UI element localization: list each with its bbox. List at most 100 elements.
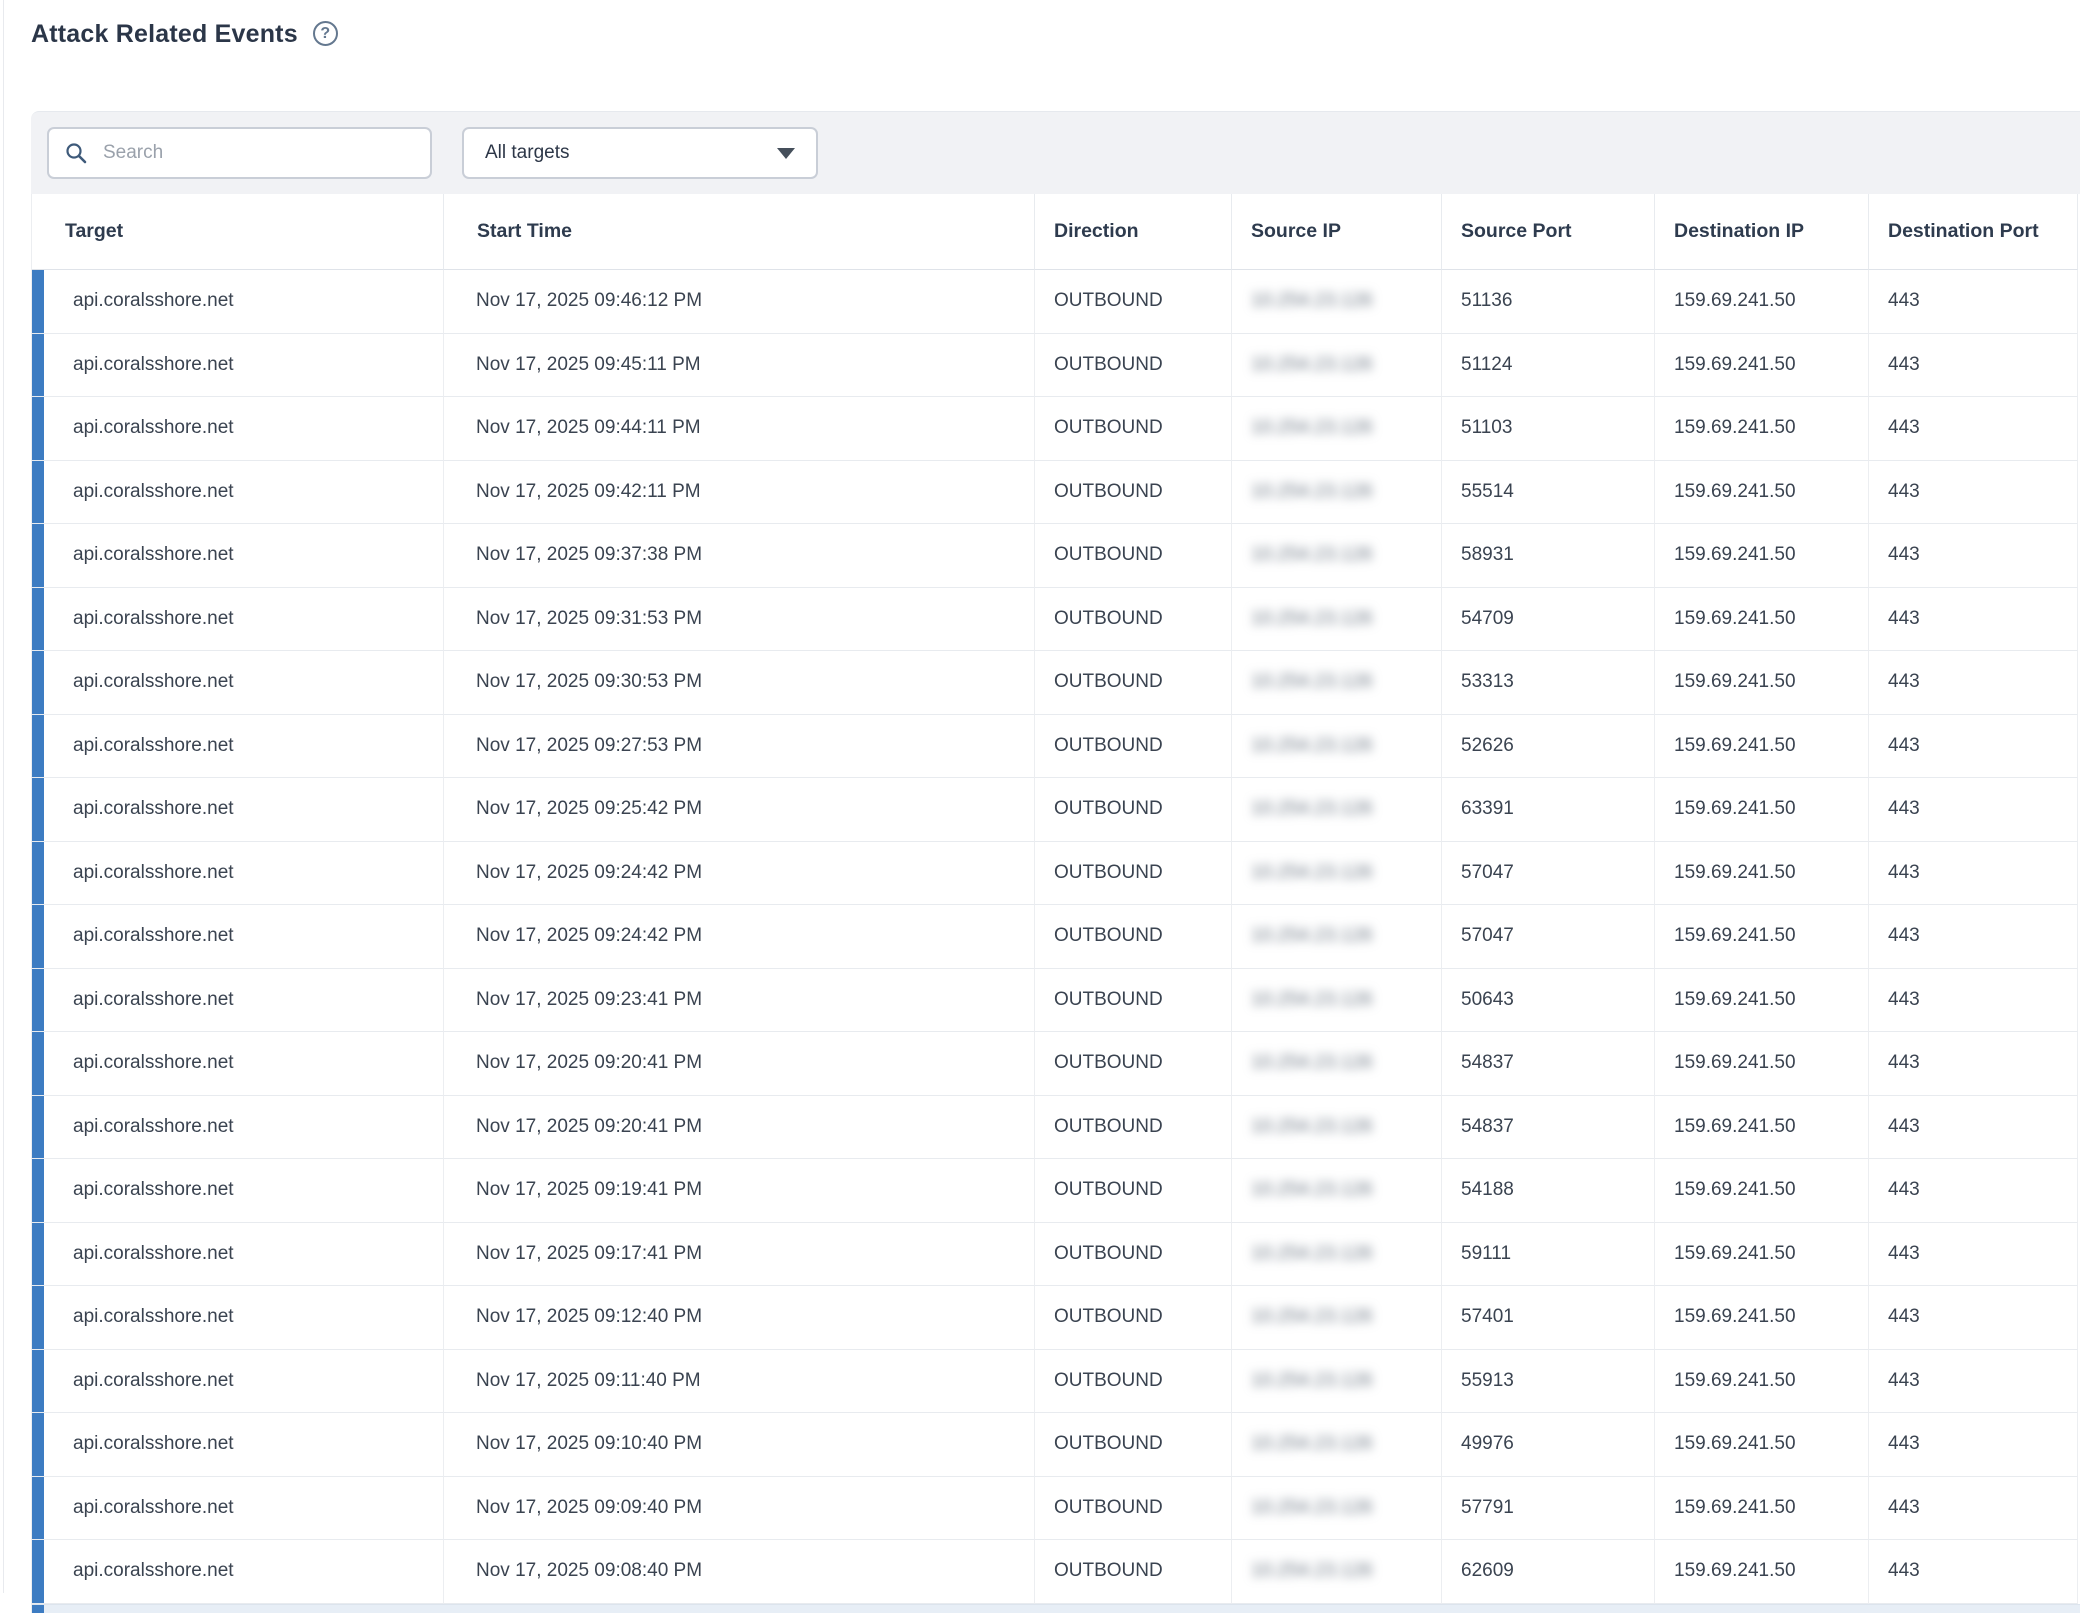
cell-target: api.coralsshore.net [32, 588, 444, 652]
cell-destination-ip: 159.69.241.50 [1655, 778, 1869, 842]
cell-start-time: Nov 17, 2025 09:11:40 PM [444, 1350, 1035, 1414]
table-row[interactable]: api.coralsshore.net Nov 17, 2025 09:31:5… [32, 588, 2080, 652]
cell-target: api.coralsshore.net [32, 524, 444, 588]
cell-destination-ip: 159.69.241.50 [1655, 1223, 1869, 1287]
cell-source-port: 59111 [1442, 1223, 1655, 1287]
table-row[interactable]: api.coralsshore.net Nov 17, 2025 09:45:1… [32, 334, 2080, 398]
table-body: api.coralsshore.net Nov 17, 2025 09:46:1… [32, 270, 2080, 1604]
search-box[interactable] [47, 127, 432, 179]
cell-destination-port: 443 [1869, 715, 2078, 779]
table-row[interactable]: api.coralsshore.net Nov 17, 2025 09:20:4… [32, 1032, 2080, 1096]
cell-destination-port: 443 [1869, 397, 2078, 461]
cell-destination-port: 443 [1869, 842, 2078, 906]
cell-source-port: 54837 [1442, 1032, 1655, 1096]
cell-destination-port: 443 [1869, 1159, 2078, 1223]
cell-destination-ip: 159.69.241.50 [1655, 715, 1869, 779]
cell-destination-port: 443 [1869, 1223, 2078, 1287]
cell-direction: OUTBOUND [1035, 969, 1232, 1033]
target-filter-dropdown[interactable]: All targets [462, 127, 818, 179]
target-filter-value: All targets [485, 142, 569, 164]
table-row[interactable]: api.coralsshore.net Nov 17, 2025 09:42:1… [32, 461, 2080, 525]
cell-target: api.coralsshore.net [32, 969, 444, 1033]
cell-source-port: 51103 [1442, 397, 1655, 461]
cell-target: api.coralsshore.net [32, 334, 444, 398]
cell-start-time: Nov 17, 2025 09:42:11 PM [444, 461, 1035, 525]
table-row[interactable]: api.coralsshore.net Nov 17, 2025 09:10:4… [32, 1413, 2080, 1477]
redacted-source-ip: 10.254.23.126 [1251, 862, 1373, 884]
cell-source-port: 50643 [1442, 969, 1655, 1033]
cell-destination-port: 443 [1869, 588, 2078, 652]
search-input[interactable] [101, 141, 415, 165]
cell-source-port: 52626 [1442, 715, 1655, 779]
cell-direction: OUTBOUND [1035, 1032, 1232, 1096]
table-row[interactable]: api.coralsshore.net Nov 17, 2025 09:19:4… [32, 1159, 2080, 1223]
table-header-row: Target Start Time Direction Source IP So… [32, 194, 2080, 270]
cell-start-time: Nov 17, 2025 09:30:53 PM [444, 651, 1035, 715]
cell-source-ip: 10.254.23.126 [1232, 905, 1442, 969]
cell-start-time: Nov 17, 2025 09:19:41 PM [444, 1159, 1035, 1223]
cell-destination-port: 443 [1869, 969, 2078, 1033]
cell-source-port: 49976 [1442, 1413, 1655, 1477]
table-row[interactable]: api.coralsshore.net Nov 17, 2025 09:46:1… [32, 270, 2080, 334]
cell-destination-port: 443 [1869, 778, 2078, 842]
cell-destination-port: 443 [1869, 270, 2078, 334]
cell-destination-port: 443 [1869, 651, 2078, 715]
help-icon[interactable]: ? [313, 21, 338, 46]
cell-start-time: Nov 17, 2025 09:08:40 PM [444, 1540, 1035, 1604]
cell-destination-ip: 159.69.241.50 [1655, 1159, 1869, 1223]
cell-destination-port: 443 [1869, 1413, 2078, 1477]
column-header-source-port: Source Port [1442, 194, 1655, 270]
redacted-source-ip: 10.254.23.126 [1251, 290, 1373, 312]
cell-destination-ip: 159.69.241.50 [1655, 1286, 1869, 1350]
attack-related-events-panel: Attack Related Events ? All targets Targ… [31, 0, 2080, 1613]
cell-destination-ip: 159.69.241.50 [1655, 651, 1869, 715]
table-row[interactable]: api.coralsshore.net Nov 17, 2025 09:37:3… [32, 524, 2080, 588]
cell-destination-ip: 159.69.241.50 [1655, 1477, 1869, 1541]
table-row[interactable]: api.coralsshore.net Nov 17, 2025 09:17:4… [32, 1223, 2080, 1287]
cell-start-time: Nov 17, 2025 09:31:53 PM [444, 588, 1035, 652]
table-row[interactable]: api.coralsshore.net Nov 17, 2025 09:23:4… [32, 969, 2080, 1033]
cell-destination-ip: 159.69.241.50 [1655, 969, 1869, 1033]
cell-source-ip: 10.254.23.126 [1232, 1032, 1442, 1096]
cell-source-port: 54188 [1442, 1159, 1655, 1223]
table-row[interactable]: api.coralsshore.net Nov 17, 2025 09:09:4… [32, 1477, 2080, 1541]
table-row[interactable]: api.coralsshore.net Nov 17, 2025 09:20:4… [32, 1096, 2080, 1160]
cell-destination-ip: 159.69.241.50 [1655, 588, 1869, 652]
cell-destination-port: 443 [1869, 1350, 2078, 1414]
events-table: Target Start Time Direction Source IP So… [31, 194, 2080, 1613]
cell-direction: OUTBOUND [1035, 905, 1232, 969]
cell-direction: OUTBOUND [1035, 1413, 1232, 1477]
cell-destination-port: 443 [1869, 1540, 2078, 1604]
redacted-source-ip: 10.254.23.126 [1251, 481, 1373, 503]
cell-source-ip: 10.254.23.126 [1232, 1096, 1442, 1160]
table-row[interactable]: api.coralsshore.net Nov 17, 2025 09:44:1… [32, 397, 2080, 461]
cell-target: api.coralsshore.net [32, 905, 444, 969]
table-row[interactable]: api.coralsshore.net Nov 17, 2025 09:11:4… [32, 1350, 2080, 1414]
redacted-source-ip: 10.254.23.126 [1251, 1116, 1373, 1138]
cell-source-port: 53313 [1442, 651, 1655, 715]
cell-destination-port: 443 [1869, 1096, 2078, 1160]
column-header-destination-ip: Destination IP [1655, 194, 1869, 270]
cell-start-time: Nov 17, 2025 09:20:41 PM [444, 1032, 1035, 1096]
page-title: Attack Related Events [31, 19, 298, 49]
redacted-source-ip: 10.254.23.126 [1251, 354, 1373, 376]
table-row[interactable]: api.coralsshore.net Nov 17, 2025 09:08:4… [32, 1540, 2080, 1604]
cell-source-port: 51124 [1442, 334, 1655, 398]
table-row[interactable]: api.coralsshore.net Nov 17, 2025 09:12:4… [32, 1286, 2080, 1350]
column-header-start-time: Start Time [444, 194, 1035, 270]
search-icon [64, 141, 88, 165]
cell-direction: OUTBOUND [1035, 461, 1232, 525]
table-row[interactable]: api.coralsshore.net Nov 17, 2025 09:24:4… [32, 842, 2080, 906]
table-row[interactable]: api.coralsshore.net Nov 17, 2025 09:27:5… [32, 715, 2080, 779]
cell-direction: OUTBOUND [1035, 842, 1232, 906]
cell-source-ip: 10.254.23.126 [1232, 842, 1442, 906]
cell-direction: OUTBOUND [1035, 524, 1232, 588]
redacted-source-ip: 10.254.23.126 [1251, 544, 1373, 566]
cell-target: api.coralsshore.net [32, 1413, 444, 1477]
cell-start-time: Nov 17, 2025 09:23:41 PM [444, 969, 1035, 1033]
table-row[interactable]: api.coralsshore.net Nov 17, 2025 09:30:5… [32, 651, 2080, 715]
cell-direction: OUTBOUND [1035, 1223, 1232, 1287]
table-row[interactable]: api.coralsshore.net Nov 17, 2025 09:25:4… [32, 778, 2080, 842]
cell-target: api.coralsshore.net [32, 715, 444, 779]
table-row[interactable]: api.coralsshore.net Nov 17, 2025 09:24:4… [32, 905, 2080, 969]
